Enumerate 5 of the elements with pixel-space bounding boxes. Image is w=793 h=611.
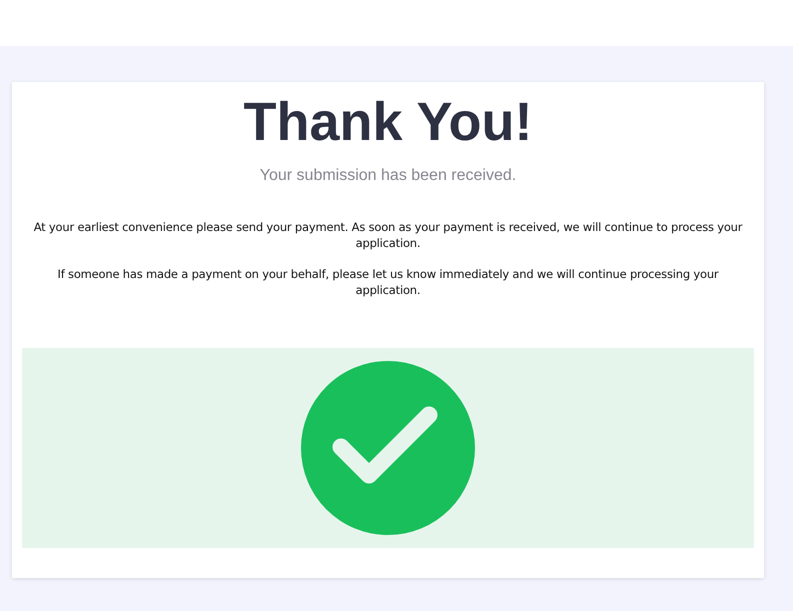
message-paragraph: If someone has made a payment on your behalf, please let us know immediately and we will continue processing your application. [56,266,720,298]
subtitle: Your submission has been received. [260,166,516,186]
checkmark-icon [301,361,475,535]
message-paragraph: At your earliest convenience please send your payment. As soon as your payment is received, we will continue to process your application. [33,219,743,251]
page-title: Thank You! [243,91,532,154]
